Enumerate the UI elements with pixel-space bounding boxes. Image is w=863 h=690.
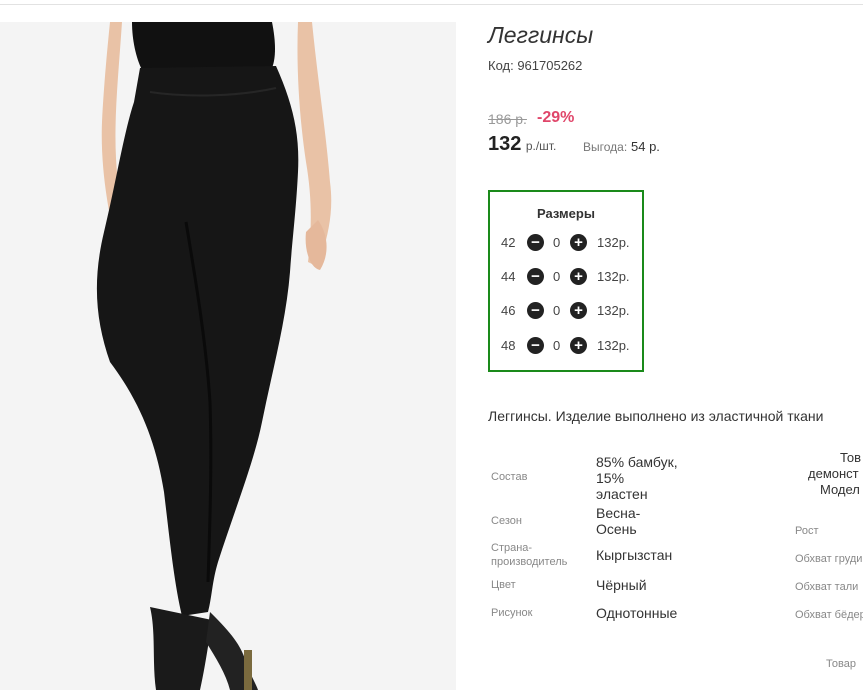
size-row: 42 − 0 + 132р. [490,233,642,253]
discount-badge: -29% [537,109,575,126]
saving-label: Выгода: [583,140,628,154]
size-price: 132р. [597,338,630,353]
size-row: 44 − 0 + 132р. [490,267,642,287]
size-label: 48 [501,338,516,353]
model-param-chest: Обхват груди [795,553,863,565]
current-price: 132 р./шт. [488,133,556,156]
attr-label-composition: Состав [491,471,528,483]
model-heading-line: демонст [808,466,859,481]
size-price: 132р. [597,235,630,250]
leggings-illustration [0,22,456,690]
attr-label-color: Цвет [491,579,516,591]
price-unit: р./шт. [525,139,557,153]
model-footer-text: Товар [826,658,856,670]
minus-circle-icon[interactable]: − [527,302,544,319]
attr-value-season: Весна- Осень [596,505,641,537]
minus-circle-icon[interactable]: − [527,337,544,354]
size-quantity: 0 [553,269,561,284]
sizes-title: Размеры [537,206,595,221]
product-title: Леггинсы [488,22,594,48]
size-price: 132р. [597,269,630,284]
model-param-waist: Обхват тали [795,581,859,593]
saving-value: 54 р. [631,139,660,154]
attr-label-pattern: Рисунок [491,607,533,619]
attr-value-country: Кыргызстан [596,547,673,563]
size-row: 46 − 0 + 132р. [490,301,642,321]
sizes-panel: Размеры 42 − 0 + 132р. 44 − 0 + 132р. 46… [488,190,644,372]
size-label: 46 [501,303,516,318]
old-price: 186 р. [488,111,527,127]
attr-value-pattern: Однотонные [596,605,678,621]
model-heading-line: Модел [820,482,860,497]
size-quantity: 0 [553,235,561,250]
top-divider [0,4,863,5]
size-label: 42 [501,235,516,250]
attr-label-country: Страна- производитель [491,542,568,568]
plus-circle-icon[interactable]: + [570,268,587,285]
model-param-height: Рост [795,525,819,537]
plus-circle-icon[interactable]: + [570,302,587,319]
minus-circle-icon[interactable]: − [527,268,544,285]
size-price: 132р. [597,303,630,318]
model-heading-line: Тов [840,450,862,465]
model-param-hips: Обхват бёдер [795,609,863,621]
product-photo[interactable] [0,22,456,690]
product-description: Леггинсы. Изделие выполнено из эластично… [488,408,824,424]
plus-circle-icon[interactable]: + [570,337,587,354]
size-row: 48 − 0 + 132р. [490,336,642,356]
size-quantity: 0 [553,338,561,353]
size-label: 44 [501,269,516,284]
size-quantity: 0 [553,303,561,318]
attr-value-composition: 85% бамбук, 15% эластен [596,454,678,502]
price-value: 132 [488,133,522,155]
minus-circle-icon[interactable]: − [527,234,544,251]
attr-value-color: Чёрный [596,577,647,593]
attr-label-season: Сезон [491,515,522,527]
plus-circle-icon[interactable]: + [570,234,587,251]
product-code: Код: 961705262 [488,58,583,73]
